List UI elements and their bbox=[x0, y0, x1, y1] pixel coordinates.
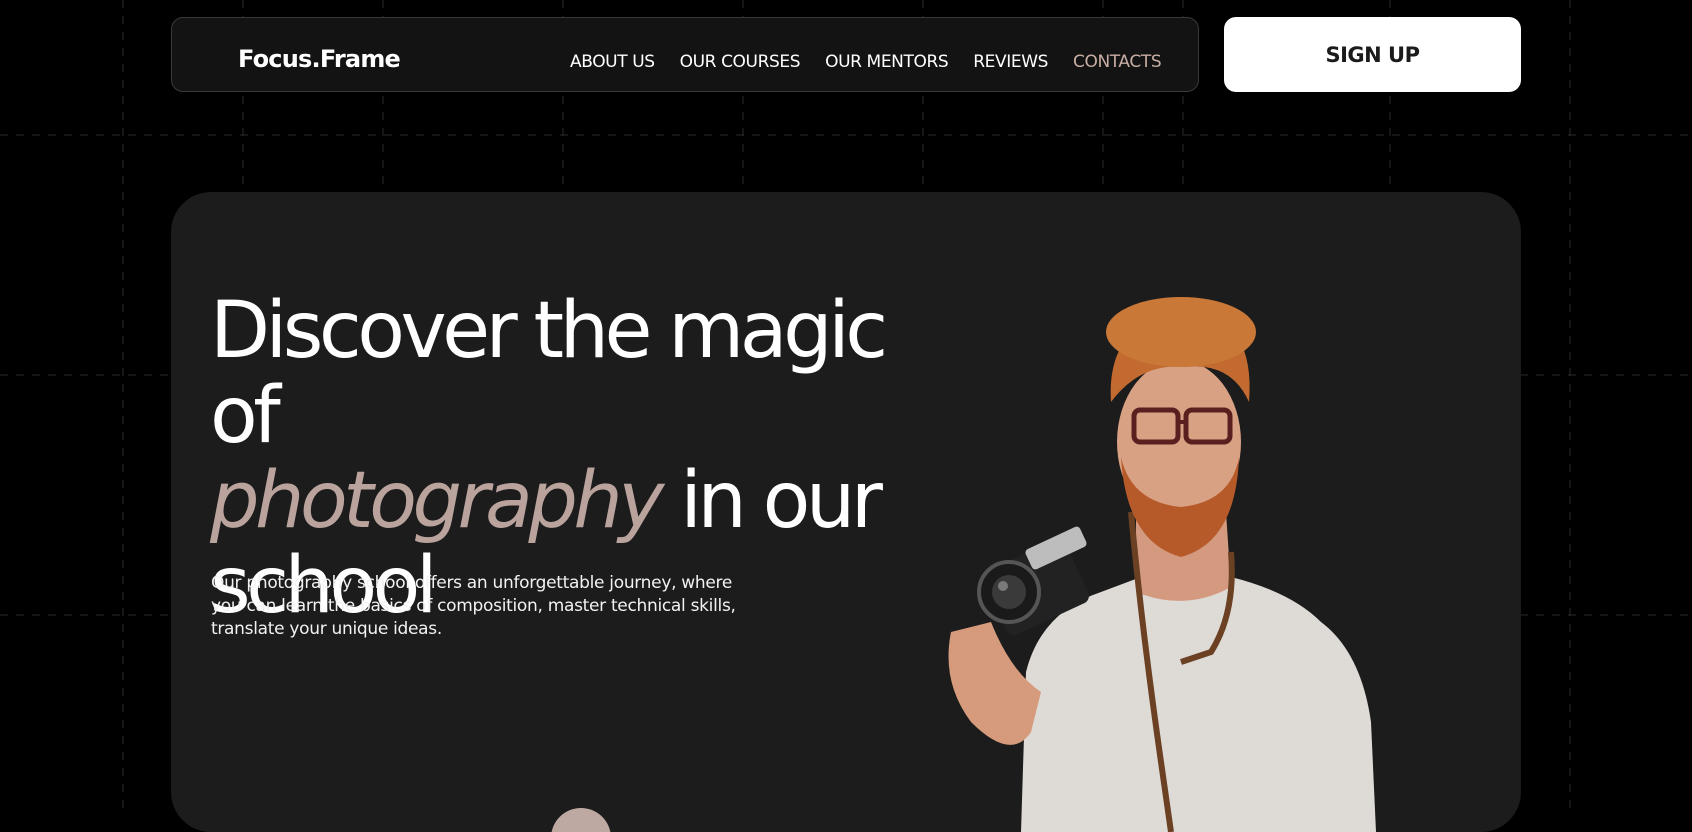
nav-link-our-mentors[interactable]: OUR MENTORS bbox=[825, 52, 949, 72]
headline-line-2: in our bbox=[659, 456, 883, 546]
nav-link-about-us[interactable]: ABOUT US bbox=[570, 52, 655, 72]
nav-link-contacts[interactable]: CONTACTS bbox=[1073, 52, 1162, 72]
top-navbar: Focus.Frame ABOUT US OUR COURSES OUR MEN… bbox=[171, 17, 1199, 92]
headline-line-1: Discover the magic of bbox=[210, 286, 888, 461]
decorative-circle bbox=[551, 808, 611, 832]
nav-links: ABOUT US OUR COURSES OUR MENTORS REVIEWS… bbox=[570, 52, 1186, 72]
sign-up-button[interactable]: SIGN UP bbox=[1224, 17, 1521, 92]
nav-link-reviews[interactable]: REVIEWS bbox=[973, 52, 1048, 72]
brand-logo[interactable]: Focus.Frame bbox=[238, 45, 401, 73]
photographer-portrait-image bbox=[948, 297, 1376, 832]
hero-card: Discover the magic of photography in our… bbox=[171, 192, 1521, 832]
hero-description: Our photography school offers an unforge… bbox=[211, 573, 736, 639]
headline-accent-word: photography bbox=[210, 456, 664, 546]
nav-link-our-courses[interactable]: OUR COURSES bbox=[680, 52, 801, 72]
